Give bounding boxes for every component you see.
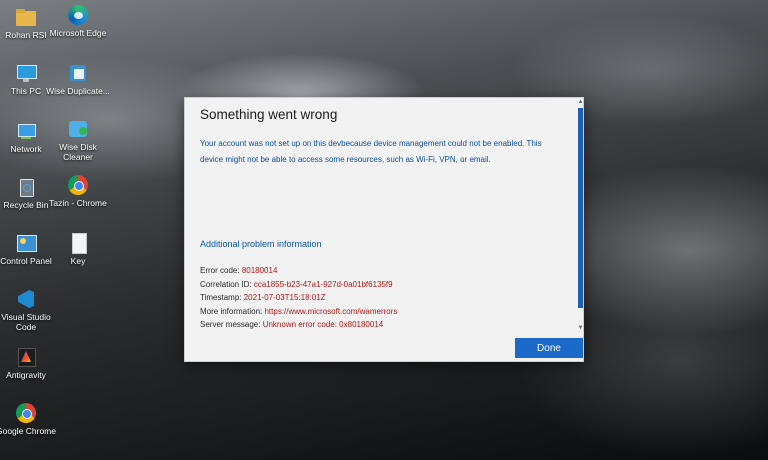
- desktop-icon-microsoft-edge[interactable]: Microsoft Edge: [44, 4, 112, 38]
- done-button[interactable]: Done: [515, 338, 583, 358]
- folder-icon: [15, 6, 37, 28]
- desktop-icon-label: Rohan RSI: [5, 30, 47, 40]
- info-row-timestamp: Timestamp: 2021-07-03T15:18:01Z: [200, 291, 397, 305]
- problem-info-list: Error code: 80180014 Correlation ID: cca…: [200, 264, 397, 332]
- more-information-link[interactable]: https://www.microsoft.com/wamerrors: [264, 307, 397, 316]
- info-label: Correlation ID:: [200, 279, 252, 289]
- desktop-icon-tazin-chrome[interactable]: Tazin - Chrome: [44, 174, 112, 208]
- dialog-message-line: device might not be able to access some …: [200, 155, 491, 164]
- desktop-icon-label: Google Chrome: [0, 426, 56, 436]
- timestamp-value: 2021-07-03T15:18:01Z: [243, 293, 326, 302]
- dialog-message-line: Your account was not set up on this devb…: [200, 139, 542, 148]
- antigravity-icon: [15, 346, 37, 368]
- additional-info-heading: Additional problem information: [200, 239, 322, 249]
- error-dialog: Something went wrong Your account was no…: [184, 97, 584, 362]
- wise-duplicate-icon: [67, 62, 89, 84]
- desktop-icon-label: Visual Studio Code: [1, 312, 51, 332]
- wise-disk-cleaner-icon: [67, 118, 89, 140]
- desktop-icon-label: This PC: [10, 86, 42, 96]
- network-icon: [15, 120, 37, 142]
- scrollbar-thumb[interactable]: [578, 108, 583, 308]
- server-message-value: Unknown error code: 0x80180014: [262, 320, 384, 329]
- dialog-message: Your account was not set up on this devb…: [200, 136, 560, 168]
- info-label: Server message:: [200, 320, 261, 329]
- desktop-icon-label: Network: [10, 144, 42, 154]
- error-code-value: 80180014: [241, 266, 278, 275]
- info-label: More information:: [200, 306, 263, 316]
- correlation-id-value: cca1855-b23-47a1-927d-0a01bf6135f9: [253, 279, 393, 289]
- desktop-icon-label: Key: [70, 256, 86, 266]
- desktop-icon-wise-disk-cleaner[interactable]: Wise Disk Cleaner: [44, 118, 112, 162]
- recycle-bin-icon: [15, 176, 37, 198]
- desktop-icon-label: Wise Duplicate...: [46, 86, 110, 96]
- document-icon: [67, 232, 89, 254]
- desktop-icon-vscode[interactable]: Visual Studio Code: [0, 288, 60, 332]
- info-row-more-information: More information: https://www.microsoft.…: [200, 305, 397, 319]
- desktop-icon-key[interactable]: Key: [44, 232, 112, 266]
- scroll-down-icon[interactable]: ▼: [577, 324, 584, 332]
- desktop-icon-label: Microsoft Edge: [49, 28, 107, 38]
- info-label: Timestamp:: [200, 293, 242, 302]
- desktop-icon-label: Wise Disk Cleaner: [59, 142, 97, 162]
- info-row-server-message: Server message: Unknown error code: 0x80…: [200, 318, 397, 332]
- desktop-icon-wise-duplicate[interactable]: Wise Duplicate...: [44, 62, 112, 96]
- desktop-icon-google-chrome[interactable]: Google Chrome: [0, 402, 60, 436]
- chrome-icon: [67, 174, 89, 196]
- monitor-icon: [15, 62, 37, 84]
- dialog-scrollbar[interactable]: ▲ ▼: [577, 98, 584, 334]
- info-row-correlation-id: Correlation ID: cca1855-b23-47a1-927d-0a…: [200, 278, 397, 292]
- info-label: Error code:: [200, 266, 240, 275]
- scroll-up-icon[interactable]: ▲: [577, 98, 584, 106]
- desktop-icon-label: Tazin - Chrome: [49, 198, 107, 208]
- desktop-icon-label: Recycle Bin: [3, 200, 49, 210]
- desktop-icon-label: Antigravity: [6, 370, 46, 380]
- info-row-error-code: Error code: 80180014: [200, 264, 397, 278]
- control-panel-icon: [15, 232, 37, 254]
- desktop-icon-antigravity[interactable]: Antigravity: [0, 346, 60, 380]
- vscode-icon: [15, 288, 37, 310]
- chrome-icon: [15, 402, 37, 424]
- edge-icon: [67, 4, 89, 26]
- dialog-title: Something went wrong: [200, 107, 338, 122]
